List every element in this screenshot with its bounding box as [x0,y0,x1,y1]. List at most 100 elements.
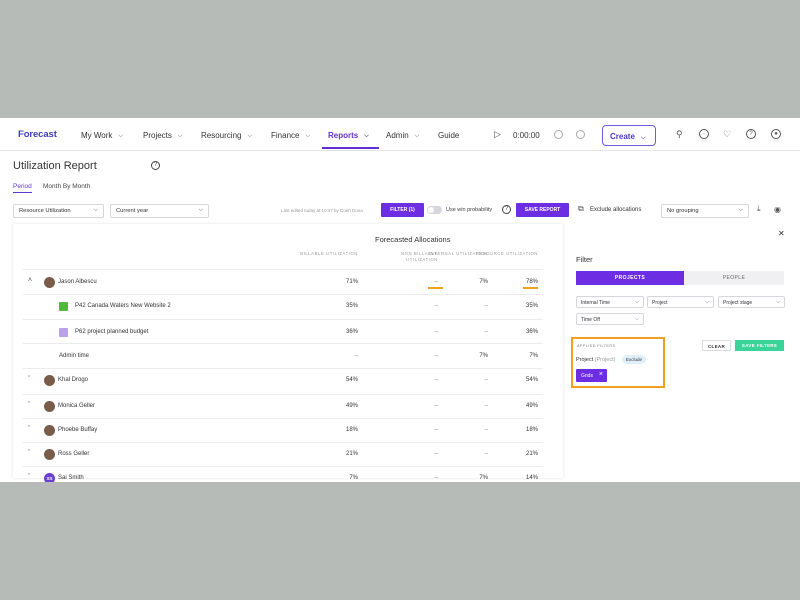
chevron-down-icon: ⌵ [705,299,709,305]
table-row[interactable]: Admin time – – 7% 7% [0,344,563,368]
nav-projects[interactable]: Projects ⌵ [143,131,182,140]
close-icon[interactable]: × [599,371,603,378]
segment-projects[interactable]: PROJECTS [576,271,684,285]
chevron-down-icon[interactable]: ˇ [28,402,30,409]
help-icon[interactable]: ? [151,161,160,170]
chevron-down-icon[interactable]: ˇ [28,376,30,383]
row-label: Admin time [59,353,90,359]
cell-billable: 18% [345,427,358,433]
filter-chip-label: Gnds [581,373,593,379]
close-icon[interactable]: ✕ [778,229,785,238]
save-filters-button[interactable]: SAVE FILTERS [735,340,784,351]
applied-filter-type: (Project) [594,357,616,363]
nav-guide-label: Guide [438,131,460,140]
nav-reports[interactable]: Reports ⌵ [328,131,369,140]
highlight-underline [523,287,538,289]
cell-internal: – [484,427,488,433]
exclude-allocations-icon[interactable]: ⧉ [578,204,584,214]
toggle-knob [428,207,434,213]
filter-time-off-select[interactable]: Time Off ⌵ [576,313,644,325]
cell-non-billable: – [434,353,438,359]
nav-my-work[interactable]: My Work ⌵ [81,131,123,140]
nav-active-underline [322,147,379,149]
column-group-title: Forecasted Allocations [375,235,451,244]
grouping-select[interactable]: No grouping ⌵ [661,204,749,218]
cell-internal: – [484,329,488,335]
play-icon[interactable]: ▷ [494,129,501,140]
filter-chip[interactable]: Gnds × [576,369,607,382]
tab-month-by-month[interactable]: Month By Month [43,183,90,190]
cell-resource: 36% [525,329,538,335]
chevron-down-icon: ⌵ [118,133,123,139]
chevron-down-icon: ⌵ [738,207,743,213]
cell-billable: 7% [349,475,358,481]
cell-non-billable: – [434,377,438,383]
chevron-down-icon[interactable]: ˇ [28,474,30,481]
avatar [44,449,55,460]
filter-project-stage-select[interactable]: Project stage ⌵ [718,296,785,308]
filter-project-select[interactable]: Project ⌵ [647,296,714,308]
table-row[interactable]: ˇ Ross Geller 21% – – 21% [0,443,563,467]
save-report-button[interactable]: SAVE REPORT [516,203,569,217]
table-row[interactable]: P62 project planned budget 36% – – 36% [0,320,563,344]
page-title: Utilization Report [13,160,97,172]
clock-icon[interactable]: · [699,129,709,139]
segment-people[interactable]: PEOPLE [684,271,784,285]
download-icon[interactable]: ⤓ [757,204,761,214]
row-label: P42 Canada Waters New Website 2 [75,303,171,309]
table-row[interactable]: ˇ Monica Geller 49% – – 49% [0,395,563,419]
cell-billable: 71% [345,279,358,285]
nav-resourcing[interactable]: Resourcing ⌵ [201,131,252,140]
cell-resource: 18% [525,427,538,433]
chevron-down-icon[interactable]: ˇ [28,450,30,457]
chevron-down-icon: ⌵ [635,299,639,305]
table-row[interactable]: P42 Canada Waters New Website 2 35% – – … [0,295,563,319]
filter-button[interactable]: FILTER (1) [381,203,424,217]
cell-internal: 7% [479,353,488,359]
col-resource-utilization[interactable]: RESOURCE UTILIZATION [468,251,538,257]
bell-icon[interactable]: ♡ [723,129,731,140]
chevron-down-icon: ⌵ [198,207,203,213]
forecast-logo[interactable]: Forecast [18,129,57,140]
eye-icon[interactable]: ◉ [774,205,781,214]
project-color-swatch [59,328,68,337]
exclude-pill[interactable]: Exclude [622,355,647,364]
chevron-down-icon: ⌵ [635,316,639,322]
table-row[interactable]: ˇ Khal Drogo 54% – – 54% [0,369,563,393]
cell-resource: 35% [525,303,538,309]
create-button[interactable]: Create ⌵ [602,125,656,146]
nav-admin[interactable]: Admin ⌵ [386,131,419,140]
win-probability-toggle[interactable] [427,206,442,214]
avatar-initials: SS [44,473,55,482]
nav-finance[interactable]: Finance ⌵ [271,131,310,140]
filter-internal-time-select[interactable]: Internal Time ⌵ [576,296,644,308]
chevron-up-icon[interactable]: ˄ [28,277,32,284]
help-icon[interactable]: ? [502,205,511,214]
report-type-select[interactable]: Resource Utilization ⌵ [13,204,104,218]
cell-internal: 7% [479,475,488,481]
col-billable-utilization[interactable]: BILLABLE UTILIZATION [288,251,358,257]
filter-select-value: Project stage [723,300,753,306]
cell-non-billable: – [434,279,438,285]
timer-stop-icon[interactable] [554,130,563,139]
tab-period[interactable]: Period [13,183,32,190]
period-select[interactable]: Current year ⌵ [110,204,209,218]
table-row[interactable]: ˇ SS Sai Smith 7% – 7% 14% [0,467,563,482]
cell-resource: 54% [525,377,538,383]
table-row[interactable]: ˄ Jason Albescu 71% – 7% 78% [0,270,563,294]
cell-internal: – [484,403,488,409]
timer-add-icon[interactable] [576,130,585,139]
chevron-down-icon[interactable]: ˇ [28,426,30,433]
table-row[interactable]: ˇ Phoebe Buffay 18% – – 18% [0,419,563,443]
nav-guide[interactable]: Guide [438,131,459,140]
help-icon[interactable]: ? [746,129,756,139]
avatar-icon[interactable]: ● [771,129,781,139]
nav-my-work-label: My Work [81,131,113,140]
exclude-allocations-label[interactable]: Exclude allocations [590,207,641,213]
top-nav: Forecast My Work ⌵ Projects ⌵ Resourcing ⌵ … [0,118,800,151]
clear-button[interactable]: CLEAR [702,340,731,351]
cell-billable: – [354,353,358,359]
applied-filters-label: APPLIED FILTERS [577,344,616,348]
search-icon[interactable]: ⚲ [676,129,683,140]
chevron-down-icon: ⌵ [414,133,420,139]
